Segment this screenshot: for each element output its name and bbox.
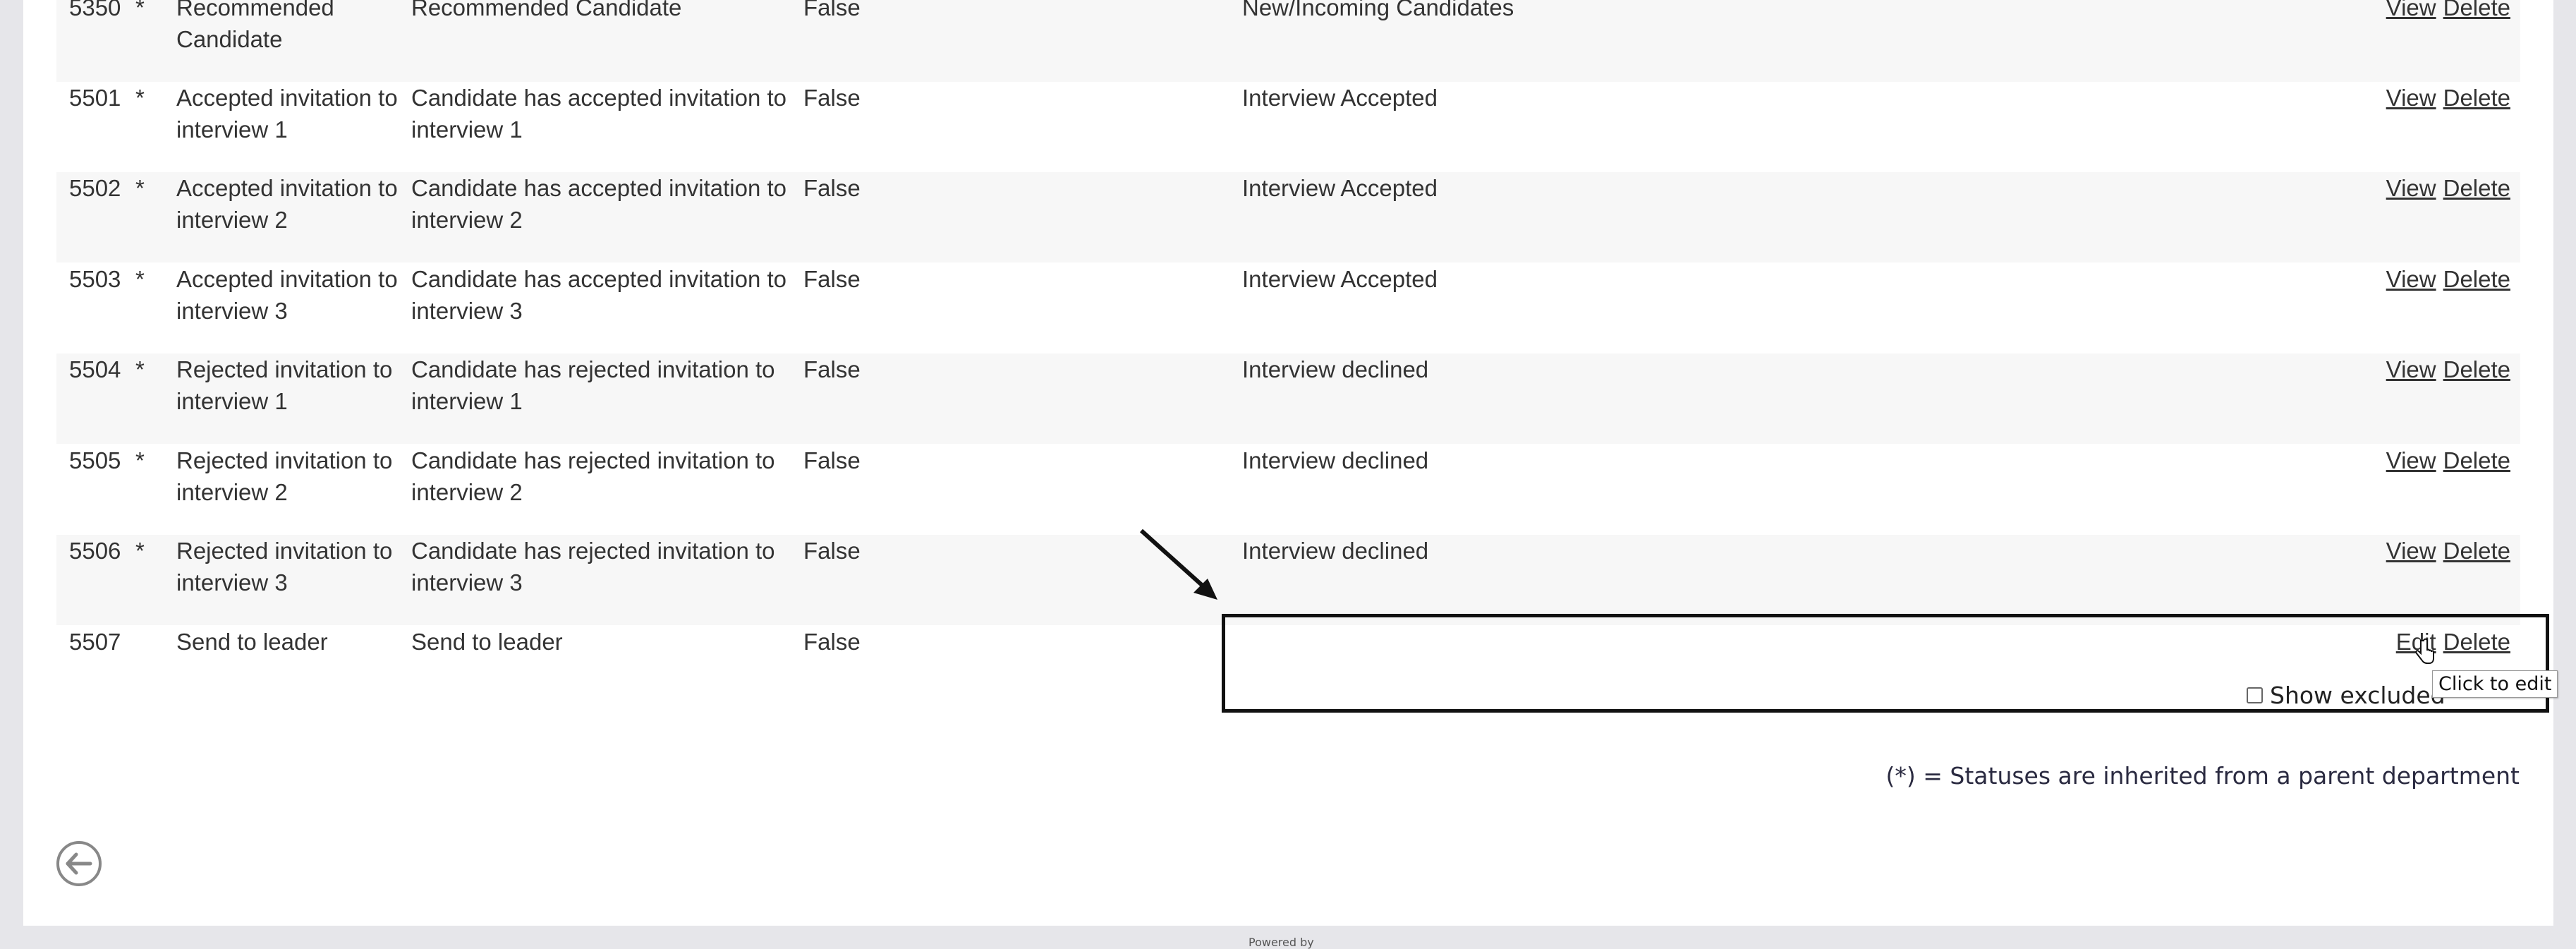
status-description: Candidate has rejected invitation to int… — [411, 538, 775, 596]
status-name: Accepted invitation to interview 2 — [176, 175, 398, 233]
status-description: Candidate has accepted invitation to int… — [411, 85, 787, 143]
status-id: 5505 — [69, 447, 121, 473]
status-id: 5350 — [69, 0, 121, 20]
view-link[interactable]: View — [2386, 356, 2436, 382]
status-id: 5501 — [69, 85, 121, 111]
status-flag: False — [803, 447, 861, 473]
status-name: Accepted invitation to interview 3 — [176, 266, 398, 324]
inherited-marker: * — [135, 85, 145, 111]
delete-link[interactable]: Delete — [2443, 0, 2510, 20]
status-id: 5502 — [69, 175, 121, 201]
row-actions: View Delete — [2386, 353, 2510, 385]
table-row: 5504 * Rejected invitation to interview 1 C… — [56, 353, 2520, 444]
annotation-arrow-icon — [1139, 528, 1217, 600]
status-category: Interview Accepted — [1242, 85, 1438, 111]
status-flag: False — [803, 85, 861, 111]
table-row: 5503 * Accepted invitation to interview 3C… — [56, 263, 2520, 353]
status-description: Send to leader — [411, 629, 563, 655]
delete-link[interactable]: Delete — [2443, 356, 2510, 382]
delete-link[interactable]: Delete — [2443, 447, 2510, 473]
tooltip: Click to edit — [2432, 670, 2558, 698]
row-actions: View Delete — [2386, 263, 2510, 295]
status-name: Rejected invitation to interview 1 — [176, 356, 393, 414]
table-row: 5502 * Accepted invitation to interview 2C… — [56, 172, 2520, 262]
table-row: 5350 * Recommended Candidate Recommended Ca… — [56, 0, 2520, 82]
status-category: Interview declined — [1242, 447, 1429, 473]
inherited-marker: * — [135, 0, 145, 20]
status-id: 5506 — [69, 538, 121, 564]
view-link[interactable]: View — [2386, 0, 2436, 20]
status-category: Interview Accepted — [1242, 266, 1438, 292]
show-excluded-checkbox[interactable] — [2247, 687, 2263, 703]
show-excluded-toggle[interactable]: Show excluded — [2247, 682, 2446, 709]
status-name: Recommended Candidate — [176, 0, 334, 52]
status-description: Candidate has accepted invitation to int… — [411, 266, 787, 324]
view-link[interactable]: View — [2386, 538, 2436, 564]
status-flag: False — [803, 175, 861, 201]
status-id: 5504 — [69, 356, 121, 382]
delete-link[interactable]: Delete — [2443, 175, 2510, 201]
delete-link[interactable]: Delete — [2443, 538, 2510, 564]
view-link[interactable]: View — [2386, 447, 2436, 473]
row-actions: View Delete — [2386, 172, 2510, 204]
status-flag: False — [803, 356, 861, 382]
inherited-marker: * — [135, 175, 145, 201]
status-category: Interview Accepted — [1242, 175, 1438, 201]
table-row: 5506 * Rejected invitation to interview 3 C… — [56, 535, 2520, 625]
status-description: Candidate has rejected invitation to int… — [411, 447, 775, 505]
status-flag: False — [803, 629, 861, 655]
inherited-marker: * — [135, 266, 145, 292]
view-link[interactable]: View — [2386, 175, 2436, 201]
status-name: Send to leader — [176, 629, 328, 655]
powered-by-text: Powered by — [1248, 936, 1314, 949]
inherited-marker: * — [135, 538, 145, 564]
row-actions: View Delete — [2386, 445, 2510, 476]
delete-link[interactable]: Delete — [2443, 266, 2510, 292]
back-arrow-circle-icon[interactable] — [55, 840, 103, 888]
status-id: 5507 — [69, 629, 121, 655]
status-description: Recommended Candidate — [411, 0, 682, 20]
view-link[interactable]: View — [2386, 266, 2436, 292]
table-row: 5505 * Rejected invitation to interview 2 C… — [56, 445, 2520, 535]
view-link[interactable]: View — [2386, 85, 2436, 111]
inherited-marker: * — [135, 447, 145, 473]
status-category: New/Incoming Candidates — [1242, 0, 1514, 20]
row-actions: View Delete — [2386, 0, 2510, 23]
status-description: Candidate has rejected invitation to int… — [411, 356, 775, 414]
delete-link[interactable]: Delete — [2443, 85, 2510, 111]
row-actions: View Delete — [2386, 535, 2510, 567]
status-flag: False — [803, 538, 861, 564]
status-category: Interview declined — [1242, 356, 1429, 382]
hand-pointer-cursor-icon — [2415, 638, 2434, 664]
status-description: Candidate has accepted invitation to int… — [411, 175, 787, 233]
inherited-statuses-footnote: (*) = Statuses are inherited from a pare… — [1885, 762, 2520, 790]
table-row: 5501 * Accepted invitation to interview 1C… — [56, 82, 2520, 172]
status-name: Rejected invitation to interview 3 — [176, 538, 393, 596]
status-name: Rejected invitation to interview 2 — [176, 447, 393, 505]
inherited-marker: * — [135, 356, 145, 382]
status-category: Interview declined — [1242, 538, 1429, 564]
status-id: 5503 — [69, 266, 121, 292]
status-flag: False — [803, 266, 861, 292]
row-actions: View Delete — [2386, 82, 2510, 114]
show-excluded-label: Show excluded — [2270, 682, 2446, 709]
status-name: Accepted invitation to interview 1 — [176, 85, 398, 143]
status-flag: False — [803, 0, 861, 20]
